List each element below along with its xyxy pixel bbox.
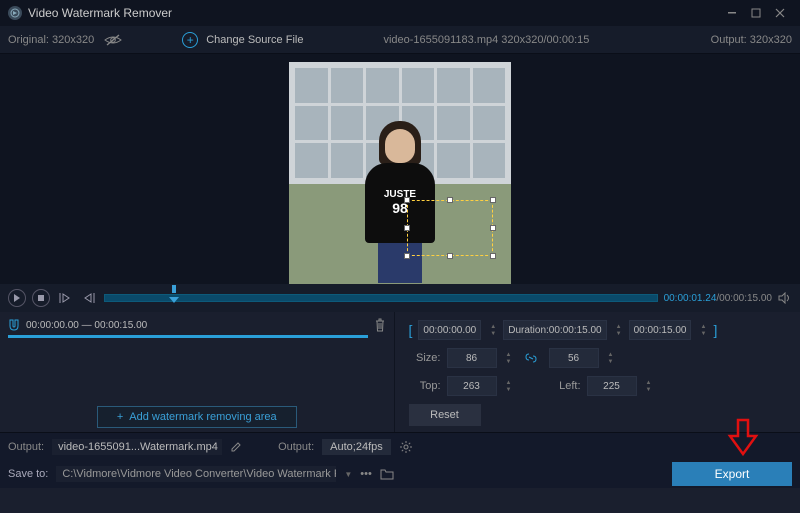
size-height-spin[interactable]: ▲▼ [607,352,615,365]
stop-button[interactable] [32,289,50,307]
top-field[interactable]: 263 [447,376,497,396]
save-to-label: Save to: [8,468,48,480]
left-label: Left: [549,380,581,392]
size-width-field[interactable]: 86 [447,348,497,368]
duration-field[interactable]: Duration:00:00:15.00 [503,320,606,340]
output-file-label: Output: [8,441,44,453]
size-width-spin[interactable]: ▲▼ [505,352,513,365]
app-logo [8,6,22,20]
set-end-button[interactable] [80,289,98,307]
close-button[interactable] [768,5,792,21]
browse-path-button[interactable]: ••• [360,468,372,480]
end-time-field[interactable]: 00:00:15.00 [629,320,692,340]
time-display: 00:00:01.24/00:00:15.00 [664,293,772,304]
change-source-button[interactable]: Change Source File [206,34,303,46]
start-time-field[interactable]: 00:00:00.00 [418,320,481,340]
size-label: Size: [409,352,441,364]
add-watermark-area-label: Add watermark removing area [129,411,276,423]
preview-toggle-icon[interactable] [104,34,122,46]
volume-icon[interactable] [778,292,792,304]
save-path-field[interactable]: C:\Vidmore\Vidmore Video Converter\Video… [56,466,336,482]
left-spin[interactable]: ▲▼ [645,380,653,393]
size-height-field[interactable]: 56 [549,348,599,368]
app-title: Video Watermark Remover [28,6,720,20]
bracket-left-icon[interactable]: [ [409,322,413,338]
segment-range: 00:00:00.00 — 00:00:15.00 [26,320,374,331]
start-time-spin[interactable]: ▲▼ [489,324,497,337]
add-source-icon[interactable]: + [182,32,198,48]
source-file-info: video-1655091183.mp4 320x320/00:00:15 [383,34,589,46]
set-start-button[interactable] [56,289,74,307]
left-field[interactable]: 225 [587,376,637,396]
top-label: Top: [409,380,441,392]
original-size-label: Original: 320x320 [8,34,94,46]
segment-progress[interactable] [8,335,368,338]
end-time-spin[interactable]: ▲▼ [699,324,707,337]
minimize-button[interactable] [720,5,744,21]
duration-spin[interactable]: ▲▼ [615,324,623,337]
top-spin[interactable]: ▲▼ [505,380,513,393]
delete-segment-icon[interactable] [374,318,386,332]
format-settings-icon[interactable] [399,440,413,454]
export-button[interactable]: Export [672,462,792,486]
timeline-track[interactable] [104,294,658,302]
link-dimensions-icon[interactable] [525,352,537,364]
bracket-right-icon[interactable]: ] [713,322,717,338]
output-format-value[interactable]: Auto;24fps [322,439,391,455]
snap-icon[interactable] [8,319,20,331]
play-button[interactable] [8,289,26,307]
output-format-label: Output: [278,441,314,453]
video-preview[interactable]: JUSTE98 [0,54,800,284]
open-folder-icon[interactable] [380,468,394,480]
shirt-text: JUSTE [384,189,416,200]
output-size-label: Output: 320x320 [711,34,792,46]
playhead[interactable] [169,285,179,299]
add-watermark-area-button[interactable]: + Add watermark removing area [97,406,297,428]
plus-icon: + [117,411,123,423]
path-dropdown-icon[interactable]: ▼ [344,470,352,479]
maximize-button[interactable] [744,5,768,21]
edit-output-name-icon[interactable] [230,441,242,453]
reset-button[interactable]: Reset [409,404,481,426]
watermark-selection-box[interactable] [407,200,493,256]
output-file-name: video-1655091...Watermark.mp4 [52,439,222,455]
